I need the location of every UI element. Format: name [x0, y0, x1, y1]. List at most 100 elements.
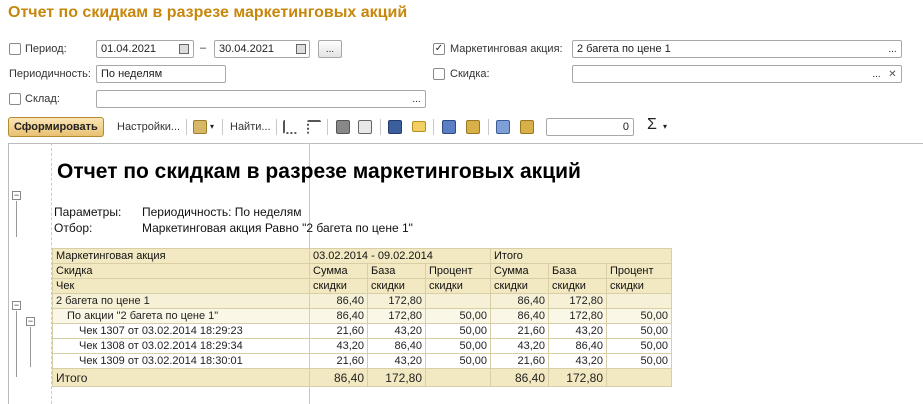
header-sum: Сумма: [309, 263, 368, 279]
cell-sum: 43,20: [490, 338, 549, 354]
header-base-2: скидки: [548, 278, 607, 294]
table-row[interactable]: Чек 1307 от 03.02.2014 18:29:23 21,60 43…: [52, 323, 672, 339]
period-from-value: 01.04.2021: [101, 43, 157, 55]
header-percent-2: скидки: [606, 278, 672, 294]
cell-base: 86,40: [367, 338, 426, 354]
copy-icon[interactable]: [496, 120, 510, 134]
cell-base: 172,80: [548, 308, 607, 324]
params-value: Периодичность: По неделям: [142, 205, 302, 219]
total-sum: 86,40: [309, 368, 368, 387]
copy-report-icon[interactable]: [442, 120, 456, 134]
cell-percent: 50,00: [606, 338, 672, 354]
period-dash: –: [200, 42, 207, 54]
period-label: Период:: [25, 43, 67, 55]
row-name: 2 багета по цене 1: [52, 293, 310, 309]
sort-icon[interactable]: [283, 120, 297, 134]
period-to-value: 30.04.2021: [219, 43, 275, 55]
paste-report-icon[interactable]: [466, 120, 480, 134]
header-percent: Процент: [606, 263, 672, 279]
toolbar-separator: [488, 119, 489, 135]
tree-line: [16, 201, 17, 237]
sum-value: 0: [622, 121, 629, 133]
discount-clear-button[interactable]: ✕: [885, 66, 900, 82]
cell-percent: [606, 293, 672, 309]
calendar-icon[interactable]: [179, 44, 189, 54]
preview-icon[interactable]: [358, 120, 372, 134]
marketing-action-checkbox[interactable]: ✓: [433, 43, 445, 55]
cell-percent: 50,00: [425, 308, 491, 324]
total-label: Итого: [52, 368, 310, 387]
collapse-icon[interactable]: −: [12, 301, 21, 310]
settings-button[interactable]: Настройки...: [114, 117, 183, 137]
tree-line: [16, 311, 17, 377]
chevron-down-icon[interactable]: ▾: [663, 122, 667, 131]
cell-base: 43,20: [548, 323, 607, 339]
header-sum-2: скидки: [309, 278, 368, 294]
cell-base: 172,80: [367, 308, 426, 324]
cell-percent: 50,00: [606, 353, 672, 369]
print-icon[interactable]: [336, 120, 350, 134]
cell-percent: 50,00: [425, 338, 491, 354]
periodicity-value: По неделям: [101, 68, 163, 80]
row-name: Чек 1307 от 03.02.2014 18:29:23: [52, 323, 310, 339]
window-title: Отчет по скидкам в разрезе маркетинговых…: [8, 4, 408, 21]
chevron-down-icon[interactable]: ▾: [210, 122, 214, 131]
table-row[interactable]: Чек 1308 от 03.02.2014 18:29:34 43,20 86…: [52, 338, 672, 354]
save-icon[interactable]: [388, 120, 402, 134]
variants-icon[interactable]: [193, 120, 207, 134]
marketing-action-value: 2 багета по цене 1: [577, 43, 671, 55]
group-icon[interactable]: [307, 120, 321, 134]
discount-select-button[interactable]: ...: [869, 66, 884, 82]
period-checkbox[interactable]: [9, 43, 21, 55]
total-base: 172,80: [367, 368, 426, 387]
period-select-button[interactable]: ...: [318, 40, 342, 58]
collapse-icon[interactable]: −: [12, 191, 21, 200]
sigma-icon[interactable]: Σ: [647, 116, 657, 134]
params-label: Параметры:: [54, 205, 122, 219]
discount-checkbox[interactable]: [433, 68, 445, 80]
paste-icon[interactable]: [520, 120, 534, 134]
header-base: База: [367, 263, 426, 279]
warehouse-label: Склад:: [25, 93, 60, 105]
header-discount: Скидка: [52, 263, 310, 279]
header-check: Чек: [52, 278, 310, 294]
header-base-2: скидки: [367, 278, 426, 294]
cell-sum: 86,40: [490, 293, 549, 309]
mail-icon[interactable]: [412, 121, 426, 132]
header-sum: Сумма: [490, 263, 549, 279]
marketing-action-field[interactable]: 2 багета по цене 1: [572, 40, 902, 58]
warehouse-select-button[interactable]: ...: [408, 91, 425, 107]
sum-field[interactable]: 0: [546, 118, 634, 136]
cell-base: 172,80: [367, 293, 426, 309]
table-row[interactable]: 2 багета по цене 1 86,40 172,80 86,40 17…: [52, 293, 672, 309]
find-button[interactable]: Найти...: [227, 117, 274, 137]
toolbar-separator: [433, 119, 434, 135]
toolbar-separator: [276, 119, 277, 135]
marketing-action-label: Маркетинговая акция:: [450, 43, 563, 55]
toolbar-separator: [380, 119, 381, 135]
collapse-icon[interactable]: −: [26, 317, 35, 326]
cell-percent: 50,00: [606, 308, 672, 324]
cell-base: 172,80: [548, 293, 607, 309]
cell-sum: 86,40: [309, 308, 368, 324]
total-row[interactable]: Итого 86,40 172,80 86,40 172,80: [52, 368, 672, 387]
generate-button[interactable]: Сформировать: [8, 117, 104, 137]
header-total: Итого: [490, 248, 672, 264]
header-sum-2: скидки: [490, 278, 549, 294]
table-row[interactable]: Чек 1309 от 03.02.2014 18:30:01 21,60 43…: [52, 353, 672, 369]
filter-value: Маркетинговая акция Равно "2 багета по ц…: [142, 221, 413, 235]
warehouse-field[interactable]: [96, 90, 426, 108]
cell-sum: 21,60: [309, 323, 368, 339]
header-percent: Процент: [425, 263, 491, 279]
header-action: Маркетинговая акция: [52, 248, 310, 264]
cell-base: 86,40: [548, 338, 607, 354]
calendar-icon[interactable]: [296, 44, 306, 54]
total-sum: 86,40: [490, 368, 549, 387]
row-name: Чек 1308 от 03.02.2014 18:29:34: [52, 338, 310, 354]
discount-field[interactable]: [572, 65, 902, 83]
filter-label: Отбор:: [54, 221, 93, 235]
marketing-action-select-button[interactable]: ...: [884, 41, 901, 57]
table-row[interactable]: По акции "2 багета по цене 1" 86,40 172,…: [52, 308, 672, 324]
warehouse-checkbox[interactable]: [9, 93, 21, 105]
periodicity-field[interactable]: По неделям: [96, 65, 226, 83]
